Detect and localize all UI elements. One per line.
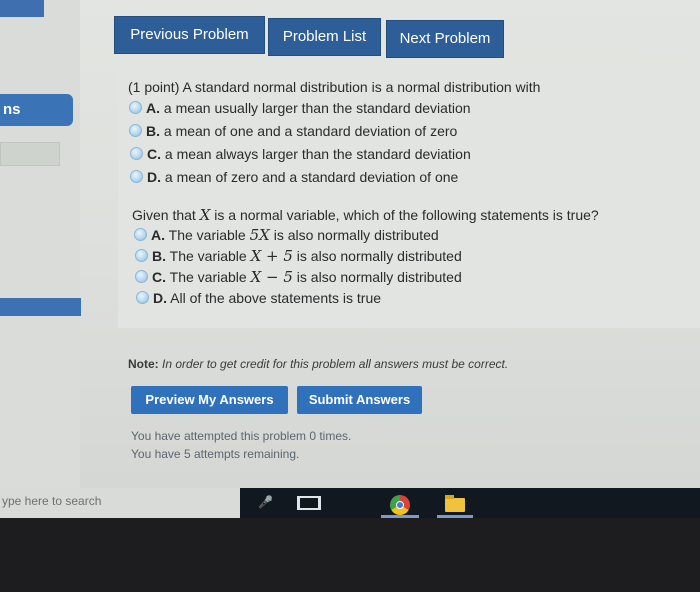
- question-2-prompt: Given that X is a normal variable, which…: [132, 206, 599, 224]
- prompt-post: is a normal variable, which of the follo…: [214, 207, 599, 223]
- file-explorer-icon[interactable]: [445, 495, 465, 512]
- attempts-count: You have attempted this problem 0 times.: [131, 429, 352, 443]
- radio-button[interactable]: [129, 101, 142, 114]
- option-post: is also normally distributed: [273, 227, 439, 243]
- option-letter: D.: [153, 290, 167, 306]
- submit-answers-button[interactable]: Submit Answers: [297, 386, 422, 414]
- option-letter: D.: [147, 169, 161, 185]
- radio-button[interactable]: [135, 249, 148, 262]
- taskbar: ype here to search 🎤: [0, 488, 700, 518]
- sidebar-input-box[interactable]: [0, 142, 60, 166]
- note-label: Note:: [128, 357, 159, 371]
- option-pre: The variable: [168, 227, 246, 243]
- math-expression: X + 5: [250, 247, 293, 265]
- option-letter: A.: [146, 100, 160, 116]
- option-text: All of the above statements is true: [170, 290, 382, 306]
- option-letter: C.: [147, 146, 161, 162]
- math-expression: 5X: [249, 226, 270, 244]
- option-post: is also normally distributed: [296, 248, 462, 264]
- option-letter: A.: [151, 227, 165, 243]
- math-variable: X: [199, 206, 211, 224]
- radio-button[interactable]: [136, 291, 149, 304]
- taskbar-search-input[interactable]: ype here to search: [0, 488, 240, 518]
- note: Note: In order to get credit for this pr…: [128, 357, 508, 371]
- option-text: a mean always larger than the standard d…: [164, 146, 471, 162]
- task-view-icon[interactable]: [297, 496, 321, 510]
- preview-answers-button[interactable]: Preview My Answers: [131, 386, 288, 414]
- q1-option-d[interactable]: D. a mean of zero and a standard deviati…: [130, 169, 458, 185]
- q2-option-c[interactable]: C. The variable X − 5 is also normally d…: [135, 268, 462, 286]
- next-problem-button[interactable]: Next Problem: [386, 20, 504, 58]
- prompt-pre: Given that: [132, 207, 196, 223]
- microphone-icon[interactable]: 🎤: [258, 495, 273, 510]
- sidebar-bar[interactable]: [0, 298, 81, 316]
- option-text: a mean of zero and a standard deviation …: [164, 169, 459, 185]
- note-text: In order to get credit for this problem …: [162, 357, 509, 371]
- q1-option-c[interactable]: C. a mean always larger than the standar…: [130, 146, 471, 162]
- option-post: is also normally distributed: [296, 269, 462, 285]
- math-expression: X − 5: [250, 268, 293, 286]
- option-text: a mean of one and a standard deviation o…: [163, 123, 458, 139]
- radio-button[interactable]: [135, 270, 148, 283]
- previous-problem-button[interactable]: Previous Problem: [114, 16, 265, 54]
- q2-option-a[interactable]: A. The variable 5X is also normally dist…: [134, 226, 439, 244]
- q2-option-b[interactable]: B. The variable X + 5 is also normally d…: [135, 247, 462, 265]
- radio-button[interactable]: [130, 170, 143, 183]
- screen: ns Previous Problem Problem List Next Pr…: [0, 0, 700, 488]
- option-text: a mean usually larger than the standard …: [163, 100, 471, 116]
- radio-button[interactable]: [129, 124, 142, 137]
- chrome-icon[interactable]: [390, 495, 410, 515]
- radio-button[interactable]: [130, 147, 143, 160]
- q2-option-d[interactable]: D. All of the above statements is true: [136, 290, 381, 306]
- radio-button[interactable]: [134, 228, 147, 241]
- sidebar-item[interactable]: ns: [0, 94, 73, 126]
- option-letter: B.: [152, 248, 166, 264]
- question-1-prompt: (1 point) A standard normal distribution…: [128, 79, 541, 95]
- attempts-remaining: You have 5 attempts remaining.: [131, 447, 300, 461]
- monitor-bezel: [0, 518, 700, 592]
- q1-option-b[interactable]: B. a mean of one and a standard deviatio…: [129, 123, 457, 139]
- q1-option-a[interactable]: A. a mean usually larger than the standa…: [129, 100, 471, 116]
- option-letter: B.: [146, 123, 160, 139]
- sidebar-top-bar[interactable]: [0, 0, 44, 17]
- option-letter: C.: [152, 269, 166, 285]
- left-sidebar: ns: [0, 0, 81, 488]
- option-pre: The variable: [169, 269, 247, 285]
- option-pre: The variable: [169, 248, 247, 264]
- problem-list-button[interactable]: Problem List: [268, 18, 381, 56]
